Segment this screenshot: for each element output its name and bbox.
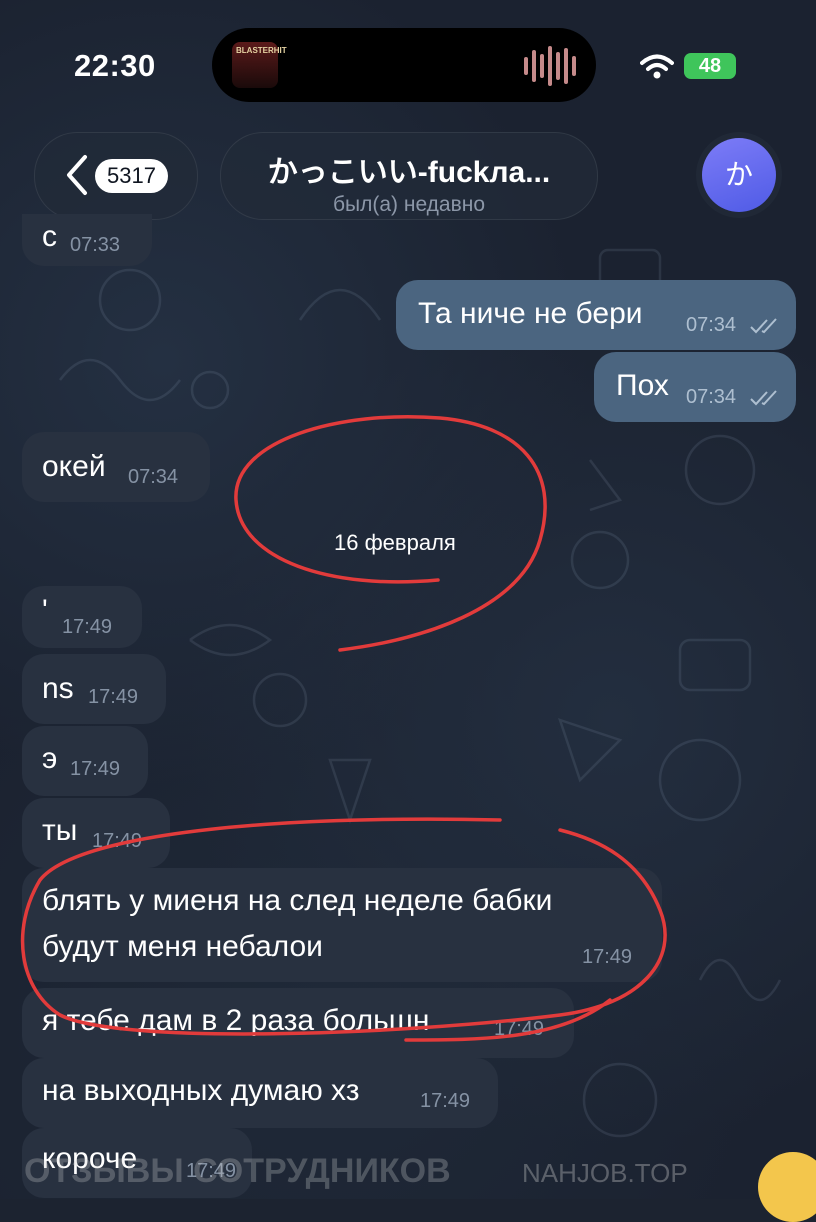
message-text: Та ниче не бери	[418, 297, 643, 330]
message-time: 17:49	[92, 830, 143, 852]
message-bubble-incoming[interactable]: ns 17:49	[22, 654, 166, 724]
message-bubble-incoming[interactable]: окей 07:34	[22, 432, 210, 502]
message-text: блять у миеня на след неделе бабки	[42, 884, 553, 917]
message-bubble-incoming[interactable]: с 07:33	[22, 214, 152, 266]
message-bubble-incoming[interactable]: э 17:49	[22, 726, 148, 796]
status-time: 22:30	[74, 48, 156, 83]
message-time: 07:34	[686, 386, 737, 408]
last-seen-status: был(а) недавно	[332, 193, 486, 216]
double-check-icon	[750, 390, 777, 406]
status-bar: 22:30 BLASTERHIT 48	[0, 0, 816, 120]
double-check-icon	[750, 318, 777, 334]
dynamic-island[interactable]: BLASTERHIT	[212, 28, 596, 102]
message-bubble-incoming[interactable]: на выходных думаю хз 17:49	[22, 1058, 498, 1128]
unread-count-badge: 5317	[95, 159, 168, 193]
message-bubble-incoming[interactable]: ' 17:49	[22, 586, 142, 648]
message-text: я тебе дам в 2 раза большн	[42, 1004, 430, 1037]
back-button[interactable]: 5317	[34, 132, 198, 220]
chevron-left-icon	[67, 155, 87, 195]
message-text: ns	[42, 672, 74, 705]
chat-title-button[interactable]: かっこいい-fuckлa... был(а) недавно	[220, 132, 598, 220]
message-time: 07:34	[128, 466, 179, 488]
battery-icon: 48	[684, 53, 736, 79]
message-time: 17:49	[62, 616, 113, 638]
contact-avatar-button[interactable]: か	[696, 132, 782, 218]
audio-waveform-icon	[524, 46, 576, 86]
message-text: на выходных думаю хз	[42, 1074, 360, 1107]
message-time: 17:49	[582, 946, 633, 968]
watermark-left: ОТЗЫВЫ СОТРУДНИКОВ	[24, 1152, 451, 1190]
message-text: с	[42, 220, 57, 253]
message-bubble-incoming[interactable]: блять у миеня на след неделе бабки будут…	[22, 868, 662, 982]
avatar: か	[702, 138, 776, 212]
message-text-line-2: будут меня небалои	[42, 930, 323, 963]
message-text: э	[42, 742, 58, 775]
message-bubble-incoming[interactable]: ты 17:49	[22, 798, 170, 868]
message-time: 07:33	[70, 234, 121, 256]
message-time: 17:49	[494, 1018, 545, 1040]
message-bubble-outgoing[interactable]: Та ниче не бери 07:34	[396, 280, 796, 350]
battery-level: 48	[698, 55, 722, 77]
artwork-label: BLASTERHIT	[236, 46, 287, 55]
chat-title: かっこいい-fuckлa...	[267, 156, 551, 189]
wifi-icon	[640, 54, 674, 79]
watermark-right: NAHJOB.TOP	[522, 1158, 688, 1188]
message-text: окей	[42, 450, 106, 483]
message-bubble-incoming[interactable]: я тебе дам в 2 раза большн 17:49	[22, 988, 574, 1058]
message-text: '	[42, 594, 48, 627]
now-playing-artwork: BLASTERHIT	[232, 42, 287, 88]
message-time: 07:34	[686, 314, 737, 336]
sticker-emoji-icon[interactable]	[758, 1152, 816, 1222]
message-time: 17:49	[420, 1090, 471, 1112]
message-text: Пох	[616, 369, 669, 402]
message-time: 17:49	[70, 758, 121, 780]
date-separator: 16 февраля	[334, 530, 456, 555]
message-time: 17:49	[88, 686, 139, 708]
message-bubble-outgoing[interactable]: Пох 07:34	[594, 352, 796, 422]
message-text: ты	[42, 814, 78, 847]
